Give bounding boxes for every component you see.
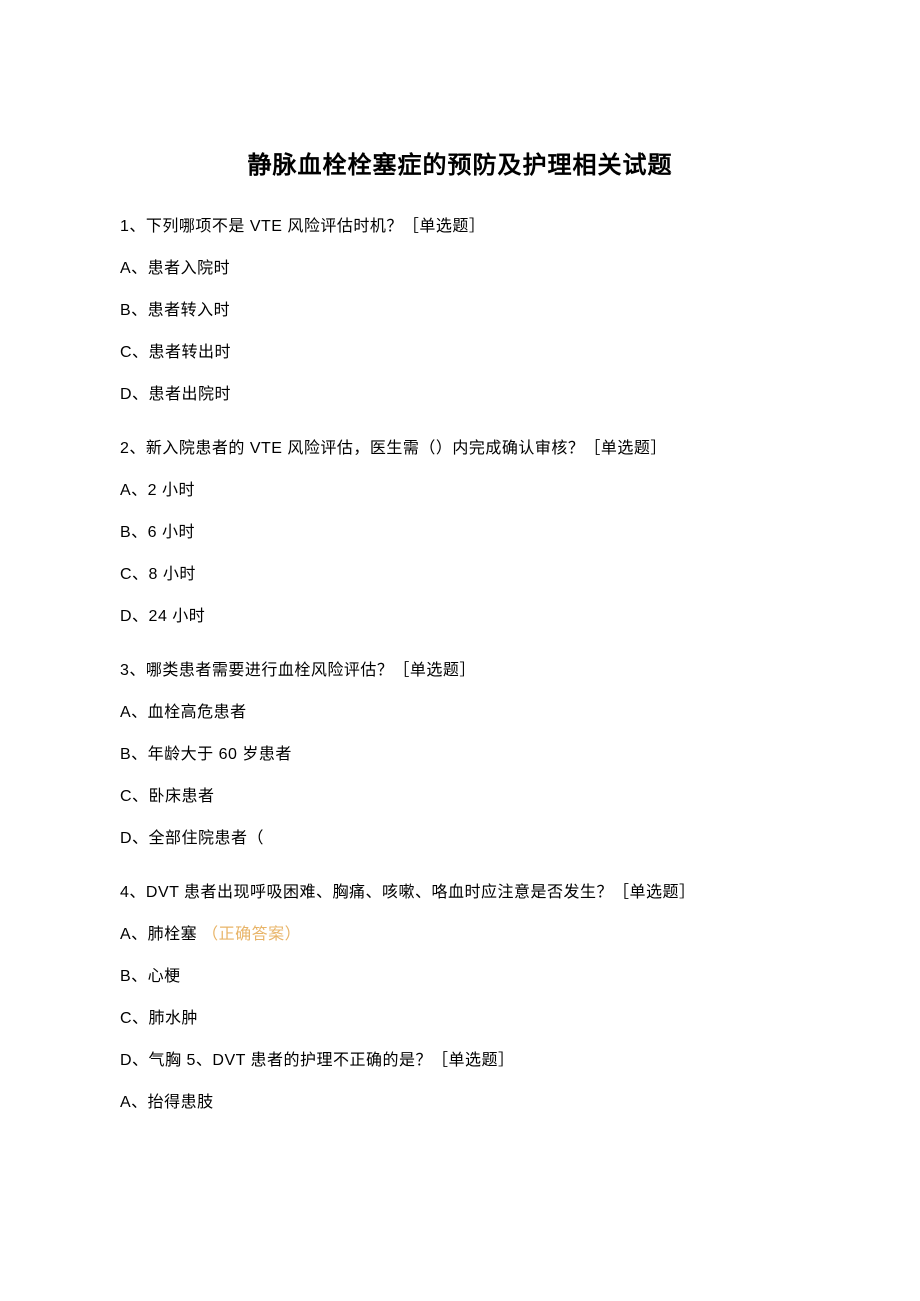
option-c: C、肺水肿 (120, 1007, 800, 1031)
option-a: A、2 小时 (120, 479, 800, 503)
option-a: A、肺栓塞 （正确答案） (120, 923, 800, 947)
option-b: B、心梗 (120, 965, 800, 989)
question-stem: 2、新入院患者的 VTE 风险评估，医生需（）内完成确认审核？［单选题］ (120, 437, 800, 461)
option-text: A、肺栓塞 (120, 926, 197, 943)
question-stem: 1、下列哪项不是 VTE 风险评估时机？［单选题］ (120, 215, 800, 239)
option-b: B、患者转入时 (120, 299, 800, 323)
question-stem: 3、哪类患者需要进行血栓风险评估？［单选题］ (120, 659, 800, 683)
option-d: D、患者出院时 (120, 383, 800, 407)
question-4: 4、DVT 患者出现呼吸困难、胸痛、咳嗽、咯血时应注意是否发生？［单选题］ A、… (120, 881, 800, 1115)
question-stem: 4、DVT 患者出现呼吸困难、胸痛、咳嗽、咯血时应注意是否发生？［单选题］ (120, 881, 800, 905)
question-2: 2、新入院患者的 VTE 风险评估，医生需（）内完成确认审核？［单选题］ A、2… (120, 437, 800, 629)
option-d: D、24 小时 (120, 605, 800, 629)
correct-answer-label: （正确答案） (202, 926, 301, 943)
option-c: C、8 小时 (120, 563, 800, 587)
option-b: B、年龄大于 60 岁患者 (120, 743, 800, 767)
option-c: C、患者转出时 (120, 341, 800, 365)
option-a-next: A、抬得患肢 (120, 1091, 800, 1115)
question-1: 1、下列哪项不是 VTE 风险评估时机？［单选题］ A、患者入院时 B、患者转入… (120, 215, 800, 407)
document-title: 静脉血栓栓塞症的预防及护理相关试题 (120, 145, 800, 180)
option-b: B、6 小时 (120, 521, 800, 545)
option-c: C、卧床患者 (120, 785, 800, 809)
option-a: A、血栓高危患者 (120, 701, 800, 725)
question-3: 3、哪类患者需要进行血栓风险评估？［单选题］ A、血栓高危患者 B、年龄大于 6… (120, 659, 800, 851)
option-a: A、患者入院时 (120, 257, 800, 281)
page: 静脉血栓栓塞症的预防及护理相关试题 1、下列哪项不是 VTE 风险评估时机？［单… (0, 0, 920, 1301)
option-d: D、全部住院患者（ (120, 827, 800, 851)
option-d: D、气胸 5、DVT 患者的护理不正确的是？［单选题］ (120, 1049, 800, 1073)
